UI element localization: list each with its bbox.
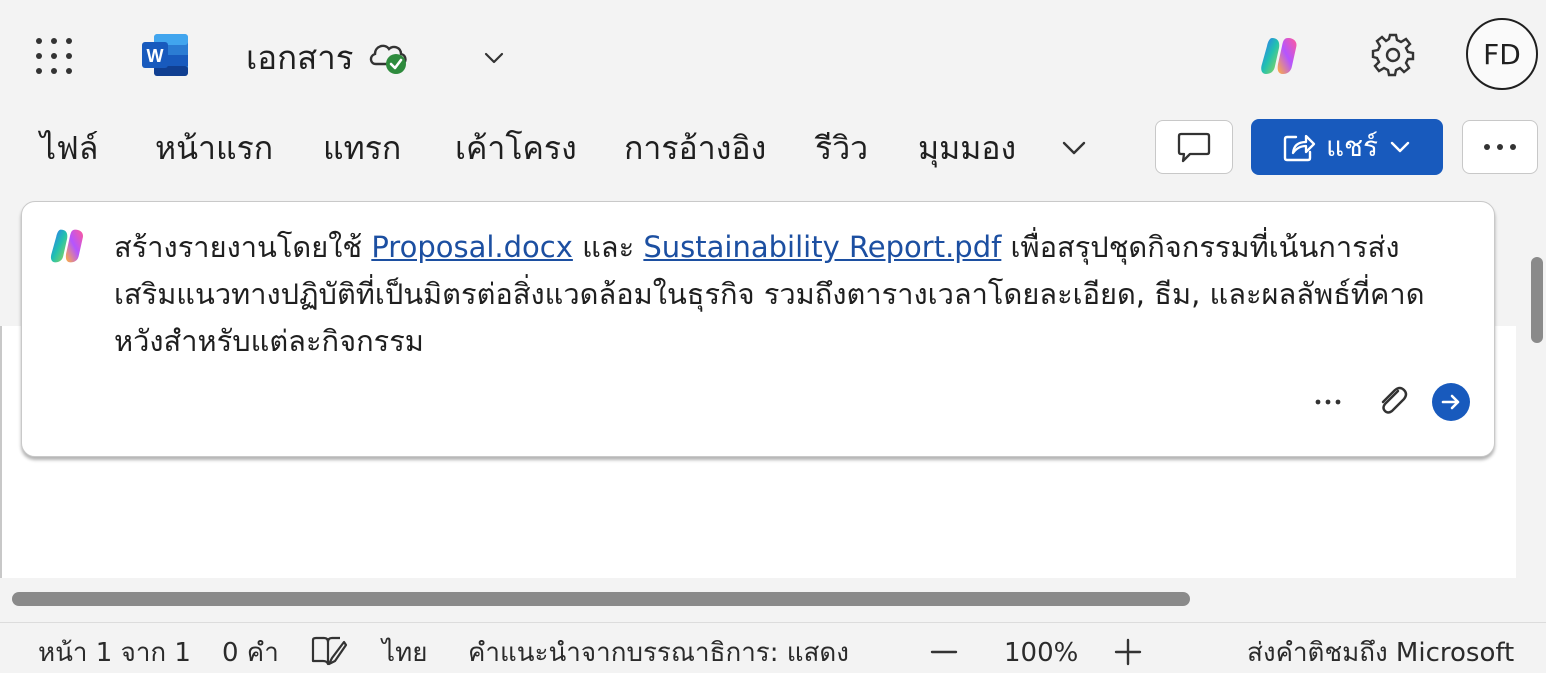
app-launcher-icon[interactable] xyxy=(34,36,74,76)
prompt-text[interactable]: สร้างรายงานโดยใช้ Proposal.docx และ Sust… xyxy=(114,224,1454,365)
chevron-down-icon xyxy=(1390,141,1410,153)
avatar[interactable]: FD xyxy=(1466,18,1538,90)
tab-insert[interactable]: แทรก xyxy=(323,118,401,178)
language-indicator[interactable]: ไทย xyxy=(382,633,427,673)
tab-layout[interactable]: เค้าโครง xyxy=(455,118,577,178)
copilot-icon[interactable] xyxy=(1258,34,1302,78)
copilot-icon xyxy=(50,229,84,263)
cloud-saved-icon xyxy=(369,44,407,74)
send-arrow-icon xyxy=(1441,394,1460,410)
send-button[interactable] xyxy=(1432,383,1470,421)
tab-review[interactable]: รีวิว xyxy=(815,118,868,178)
tab-home[interactable]: หน้าแรก xyxy=(155,118,273,178)
file-link-sustainability-report[interactable]: Sustainability Report.pdf xyxy=(643,230,1001,264)
more-icon xyxy=(1484,144,1516,150)
prompt-text-part: สร้างรายงานโดยใช้ xyxy=(114,230,372,264)
vertical-scrollbar-thumb[interactable] xyxy=(1531,257,1543,343)
status-bar: หน้า 1 จาก 1 0 คำ ไทย คำแนะนำจากบรรณาธิก… xyxy=(0,622,1546,672)
prompt-text-part: และ xyxy=(572,230,644,264)
share-button[interactable]: แชร์ xyxy=(1251,119,1443,175)
svg-text:W: W xyxy=(147,46,164,66)
tab-view[interactable]: มุมมอง xyxy=(918,118,1016,178)
copilot-prompt-card: สร้างรายงานโดยใช้ Proposal.docx และ Sust… xyxy=(21,201,1495,457)
share-icon xyxy=(1283,134,1316,162)
more-tabs-chevron-icon[interactable] xyxy=(1058,132,1090,164)
word-count[interactable]: 0 คำ xyxy=(222,633,279,673)
comment-icon xyxy=(1177,132,1211,163)
attach-icon[interactable] xyxy=(1374,382,1410,418)
editor-suggestions[interactable]: คำแนะนำจากบรรณาธิการ: แสดง xyxy=(468,633,849,673)
file-link-proposal[interactable]: Proposal.docx xyxy=(371,230,573,264)
comments-button[interactable] xyxy=(1155,120,1233,174)
document-title[interactable]: เอกสาร xyxy=(246,36,353,80)
more-options-button[interactable] xyxy=(1462,120,1538,174)
word-logo-icon: W xyxy=(142,34,188,76)
page-count: หน้า 1 จาก 1 xyxy=(38,638,191,668)
gear-icon[interactable] xyxy=(1370,32,1416,78)
zoom-in-icon[interactable] xyxy=(1112,636,1144,668)
title-bar: W เอกสาร FD xyxy=(0,0,1546,112)
feedback-link[interactable]: ส่งคำติชมถึง Microsoft xyxy=(1247,633,1514,673)
editor-pen-icon[interactable] xyxy=(310,634,348,668)
tab-references[interactable]: การอ้างอิง xyxy=(624,118,766,178)
chevron-down-icon[interactable] xyxy=(480,44,508,72)
zoom-out-icon[interactable] xyxy=(928,636,960,668)
zoom-level[interactable]: 100% xyxy=(1004,633,1078,673)
more-options-icon[interactable] xyxy=(1312,386,1344,418)
share-label: แชร์ xyxy=(1325,130,1379,163)
tab-file[interactable]: ไฟล์ xyxy=(40,118,98,178)
horizontal-scrollbar-thumb[interactable] xyxy=(12,592,1190,606)
